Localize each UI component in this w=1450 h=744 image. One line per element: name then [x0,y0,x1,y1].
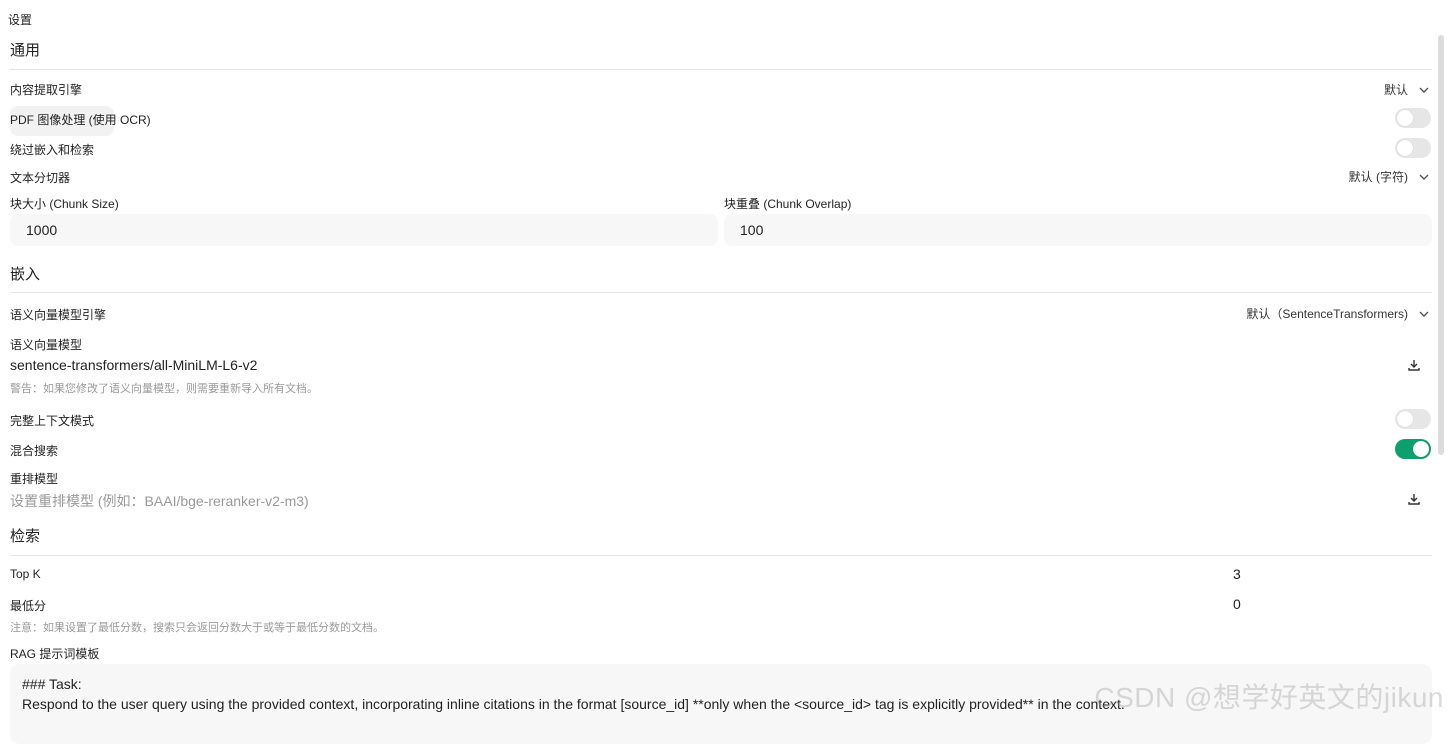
splitter-value: 默认 (字符) [1348,170,1408,184]
toggle-knob [1397,110,1413,126]
splitter-select[interactable]: 默认 (字符) [1349,168,1430,185]
content-engine-value: 默认 [1383,83,1408,97]
full-context-label: 完整上下文模式 [10,414,95,428]
divider [10,69,1432,70]
min-score-note: 注意：如果设置了最低分数，搜索只会返回分数大于或等于最低分数的文档。 [10,622,384,634]
toggle-knob [1413,441,1429,457]
scrollbar[interactable] [1438,35,1444,455]
content-engine-label: 内容提取引擎 [10,83,83,97]
watermark: CSDN @想学好英文的jikun [1094,682,1444,713]
embedding-model-warning: 警告：如果您修改了语义向量模型，则需要重新导入所有文档。 [10,383,318,395]
topk-label: Top K [10,567,41,581]
hybrid-search-label: 混合搜索 [10,444,59,458]
pdf-ocr-label: PDF 图像处理 (使用 OCR) [10,113,151,127]
embedding-model-label: 语义向量模型 [10,338,83,352]
download-icon[interactable] [1407,492,1421,506]
section-title-embedding: 嵌入 [10,266,41,283]
section-title-retrieval: 检索 [10,528,41,545]
embedding-model-input[interactable]: sentence-transformers/all-MiniLM-L6-v2 [10,357,257,373]
chunk-size-input[interactable]: 1000 [10,214,718,246]
section-title-general: 通用 [10,42,41,59]
chunk-size-label: 块大小 (Chunk Size) [10,197,119,211]
pdf-ocr-toggle[interactable] [1395,108,1431,128]
embedding-engine-label: 语义向量模型引擎 [10,308,107,322]
hybrid-search-toggle[interactable] [1395,439,1431,459]
toggle-knob [1397,411,1413,427]
min-score-label: 最低分 [10,599,47,613]
rerank-label: 重排模型 [10,472,59,486]
embedding-engine-value: 默认（SentenceTransformers) [1246,307,1408,321]
chevron-down-icon [1419,87,1429,93]
splitter-label: 文本分切器 [10,171,71,185]
full-context-toggle[interactable] [1395,409,1431,429]
embedding-engine-select[interactable]: 默认（SentenceTransformers) [1246,305,1430,322]
topk-input[interactable]: 3 [1233,566,1241,582]
rerank-input[interactable]: 设置重排模型 (例如：BAAI/bge-reranker-v2-m3) [10,491,309,511]
rag-template-label: RAG 提示词模板 [10,647,100,661]
divider [10,555,1432,556]
download-icon[interactable] [1407,358,1421,372]
bypass-label: 绕过嵌入和检索 [10,143,95,157]
bypass-toggle[interactable] [1395,138,1431,158]
min-score-input[interactable]: 0 [1233,596,1241,612]
divider [10,292,1432,293]
toggle-knob [1397,140,1413,156]
chevron-down-icon [1419,174,1429,180]
content-engine-select[interactable]: 默认 [1384,81,1430,98]
page-title: 设置 [8,13,33,27]
chevron-down-icon [1419,311,1429,317]
chunk-overlap-input[interactable]: 100 [724,214,1432,246]
chunk-overlap-label: 块重叠 (Chunk Overlap) [724,197,852,211]
